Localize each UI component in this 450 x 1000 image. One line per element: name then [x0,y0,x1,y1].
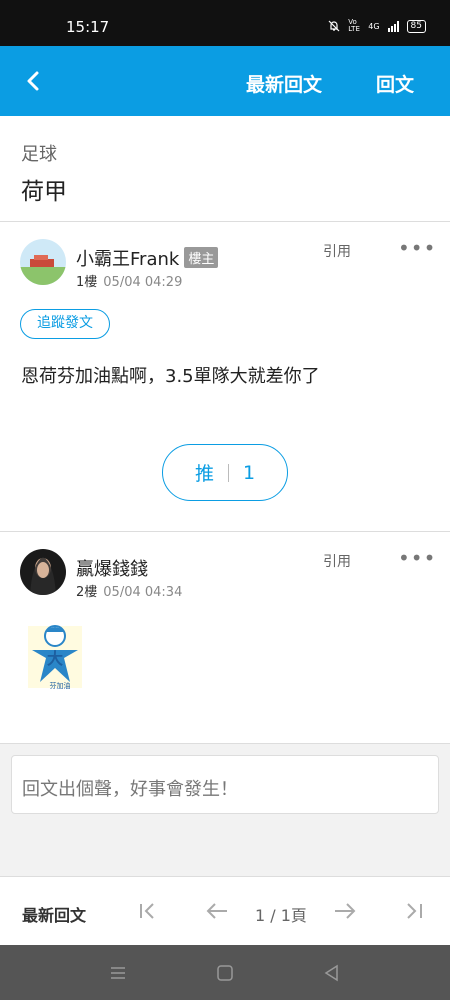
floor-number: 1樓 [76,275,98,290]
page-indicator[interactable]: 1 / 1頁 [255,902,307,926]
floor-number: 2樓 [76,585,98,600]
last-page-icon[interactable] [402,898,428,924]
back-triangle-icon[interactable] [322,963,342,983]
push-divider [227,463,229,482]
status-time: 15:17 [66,18,110,36]
previous-page-icon[interactable] [204,898,230,924]
next-page-icon[interactable] [332,898,358,924]
author-name[interactable]: 小霸王Frank 樓主 [76,245,219,271]
reply-input[interactable]: 回文出個聲，好事會發生！ [11,755,439,814]
quote-button[interactable]: 引用 [323,241,351,261]
board-category[interactable]: 足球 [21,140,57,166]
first-page-icon[interactable] [136,898,162,924]
author-name[interactable]: 贏爆錢錢 [76,555,148,581]
network-indicator: 4G [368,21,380,31]
more-options-icon[interactable]: ••• [398,546,436,570]
pager-latest-button[interactable]: 最新回文 [22,902,86,926]
latest-replies-button[interactable]: 最新回文 [246,70,322,97]
quote-button[interactable]: 引用 [323,551,351,571]
volte-indicator: Vo LTE [348,18,360,33]
board-header: 足球 荷甲 [0,116,450,222]
follow-post-button[interactable]: 追蹤發文 [20,309,110,339]
status-icons: Vo LTE 4G 85 [328,19,426,33]
op-badge: 樓主 [184,247,219,268]
avatar-image [20,239,66,285]
post-content: 恩荷芬加油點啊，3.5單隊大就差你了 [21,366,320,387]
system-nav-bar [0,945,450,1000]
floor-info: 2樓 05/04 04:34 [76,581,182,600]
post-time: 05/04 04:34 [103,585,183,600]
post-floor-1: 小霸王Frank 樓主 1樓 05/04 04:29 引用 ••• 追蹤發文 恩荷芬… [0,222,450,532]
push-button[interactable]: 推 1 [162,444,288,501]
app-bar: 最新回文 回文 [0,46,450,116]
mute-bell-icon [328,20,340,32]
avatar[interactable] [20,239,66,285]
menu-icon[interactable] [108,963,128,983]
signal-icon [387,20,399,32]
avatar-image [20,549,66,595]
svg-text:大: 大 [47,649,63,668]
more-options-icon[interactable]: ••• [398,236,436,260]
push-label: 推 [194,463,214,485]
home-icon[interactable] [215,963,235,983]
floor-info: 1樓 05/04 04:29 [76,271,182,290]
svg-text:芬加油: 芬加油 [50,681,71,690]
avatar[interactable] [20,549,66,595]
thread-title: 荷甲 [21,179,67,205]
push-count: 1 [242,461,256,484]
post-time: 05/04 04:29 [103,275,183,290]
back-arrow-icon [27,71,39,91]
sticker-image: 大 芬加油 [20,620,90,694]
reply-area: 回文出個聲，好事會發生！ [0,744,450,876]
reply-button[interactable]: 回文 [376,70,414,97]
battery-icon: 85 [406,19,426,33]
back-button[interactable] [18,66,48,96]
post-floor-2: 贏爆錢錢 2樓 05/04 04:34 引用 ••• 大 芬加油 [0,532,450,744]
status-bar: 15:17 Vo LTE 4G 85 [0,0,450,46]
pagination-bar: 最新回文 1 / 1頁 [0,876,450,945]
